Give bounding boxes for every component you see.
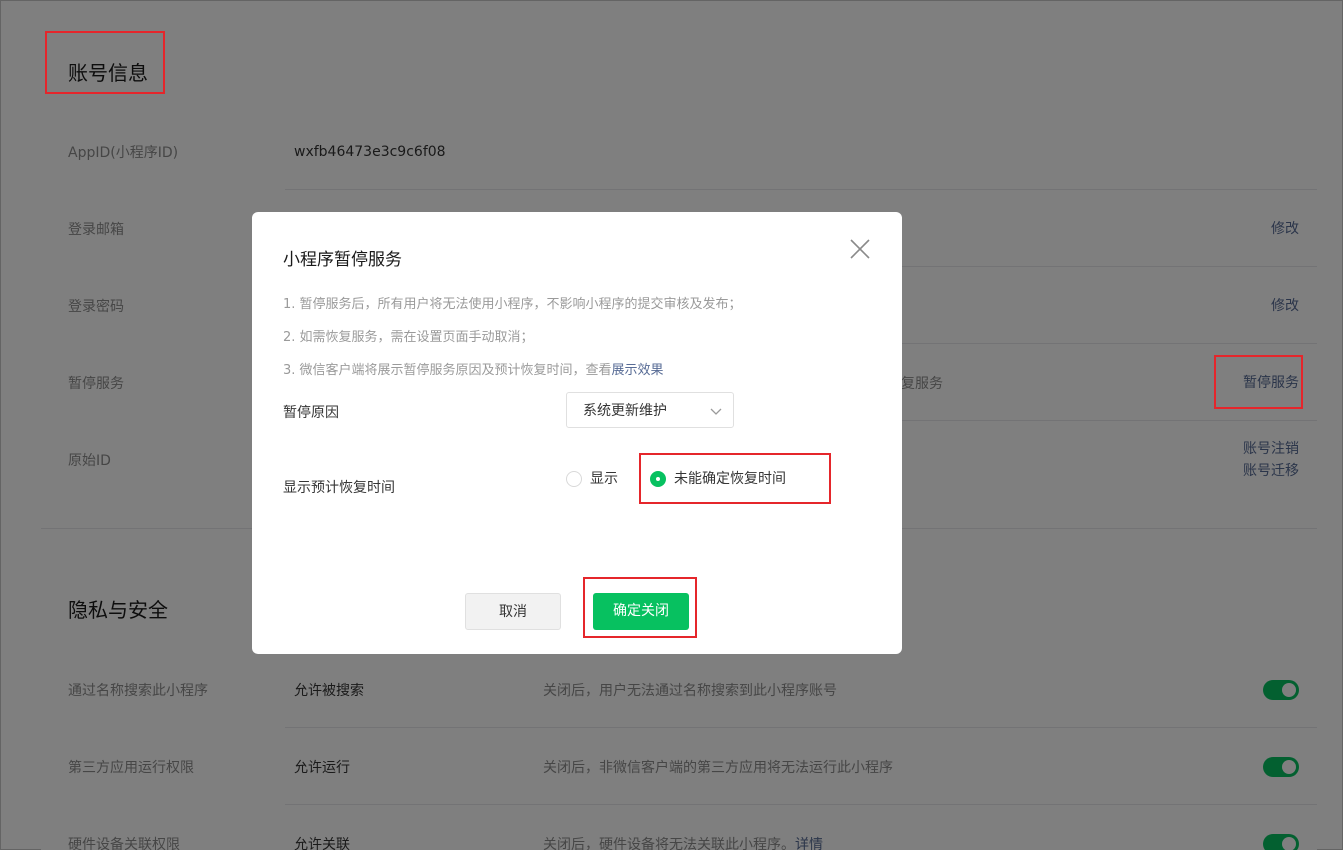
confirm-close-button[interactable]: 确定关闭 [593,593,689,630]
reason-select-value: 系统更新维护 [583,403,667,419]
dialog-notes: 1. 暂停服务后，所有用户将无法使用小程序，不影响小程序的提交审核及发布； 2.… [283,295,873,394]
suspend-service-dialog: 小程序暂停服务 1. 暂停服务后，所有用户将无法使用小程序，不影响小程序的提交审… [252,212,902,654]
note-item: 3. 微信客户端将展示暂停服务原因及预计恢复时间，查看展示效果 [283,361,873,394]
recovery-time-label: 显示预计恢复时间 [283,480,395,496]
preview-effect-link[interactable]: 展示效果 [612,363,664,378]
radio-circle [566,471,582,487]
note-text: 3. 微信客户端将展示暂停服务原因及预计恢复时间，查看 [283,363,612,378]
cancel-button[interactable]: 取消 [465,593,561,630]
dialog-title: 小程序暂停服务 [283,250,402,270]
note-item: 2. 如需恢复服务，需在设置页面手动取消； [283,330,534,345]
close-icon[interactable] [849,238,871,260]
radio-circle-checked [650,471,666,487]
reason-select[interactable]: 系统更新维护 [566,392,734,428]
chevron-down-icon [710,408,722,415]
radio-label: 未能确定恢复时间 [674,471,786,487]
reason-label: 暂停原因 [283,405,339,421]
radio-label: 显示 [590,471,618,487]
note-item: 1. 暂停服务后，所有用户将无法使用小程序，不影响小程序的提交审核及发布； [283,297,742,312]
